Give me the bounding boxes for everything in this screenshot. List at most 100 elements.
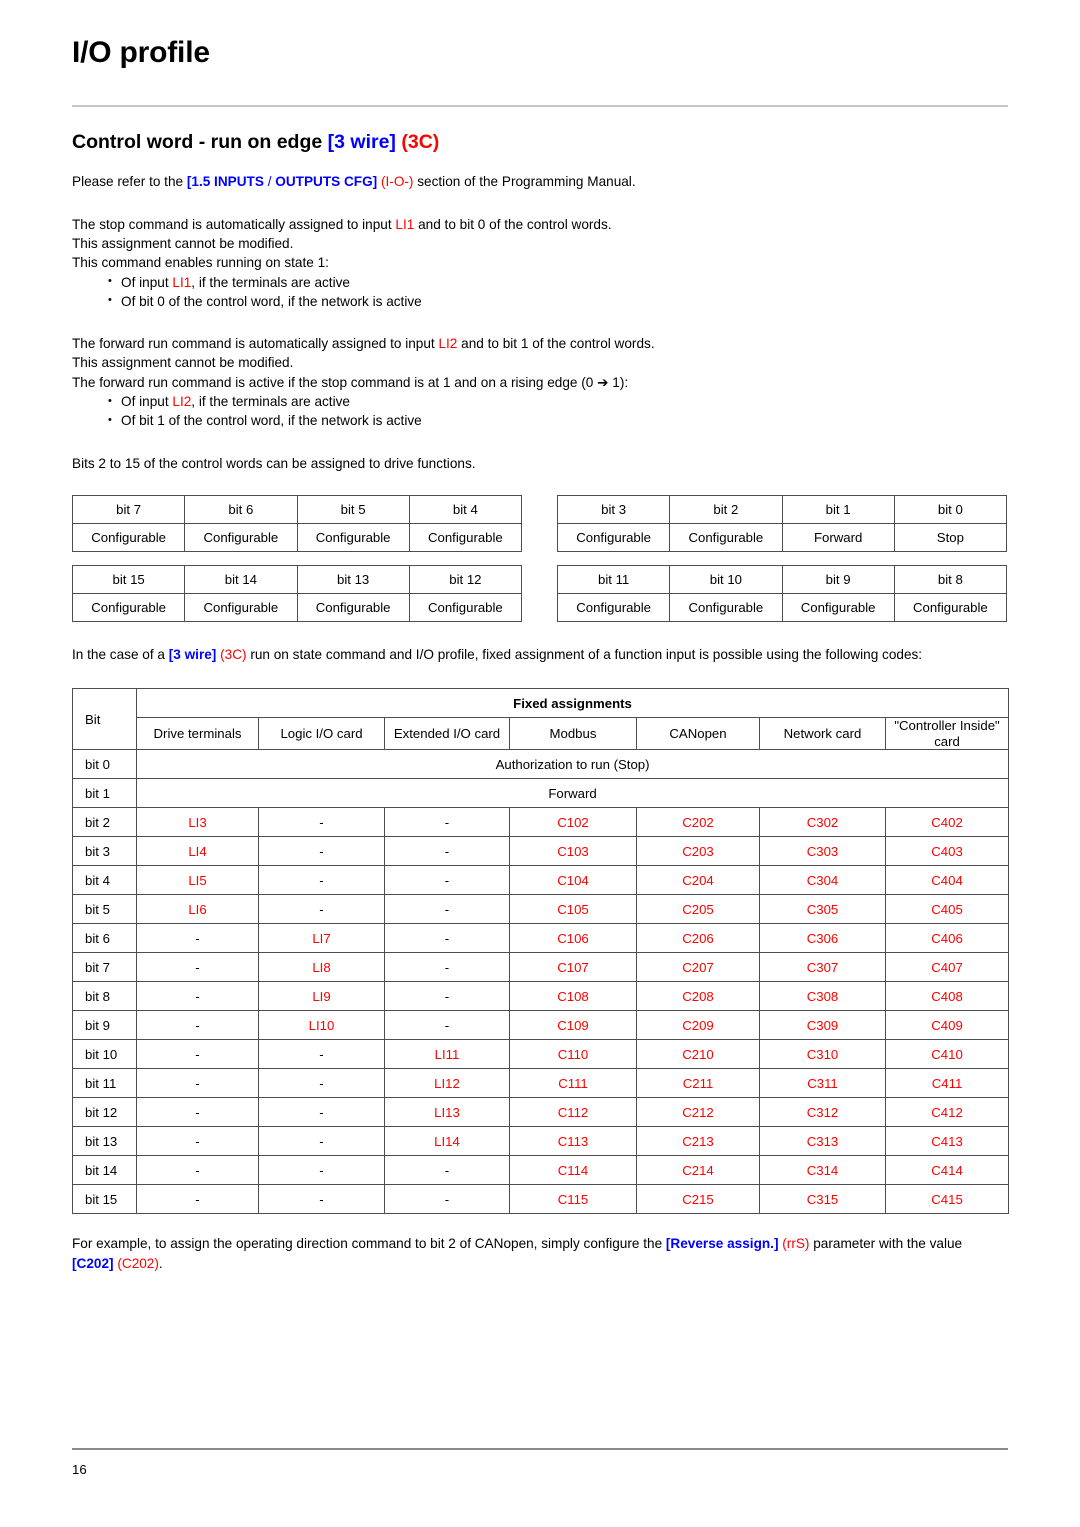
forward-command-line3: The forward run command is active if the…: [72, 374, 629, 390]
bit-table-7-4: bit 7 bit 6 bit 5 bit 4 Configurable Con…: [71, 494, 523, 552]
table-header-row: Bit Fixed assignments: [72, 688, 1010, 751]
assignment-cell: LI4: [136, 836, 259, 867]
bit-header-cell: bit 14: [184, 564, 298, 594]
bit-tables-bottom-row: bit 15 bit 14 bit 13 bit 12 Configurable…: [71, 564, 1008, 622]
assignment-cell: LI6: [136, 894, 259, 925]
bit-header-cell: bit 4: [408, 494, 523, 524]
assignment-cell: C212: [636, 1097, 760, 1128]
bit-tables-top-row: bit 7 bit 6 bit 5 bit 4 Configurable Con…: [71, 494, 1008, 552]
stop-line1-a: The stop command is automatically assign…: [72, 216, 396, 232]
assignment-cell: -: [136, 1184, 259, 1215]
table-row: bit 5 LI6- - C105 C205 C305 C405: [72, 894, 1010, 925]
bit-header-cell: bit 7: [71, 494, 186, 524]
bit-label-cell: bit 2: [72, 807, 137, 838]
table-row: bit 10- - LI11 C110 C210 C310 C410: [72, 1039, 1010, 1070]
assignment-cell: C209: [636, 1010, 760, 1041]
bit-label-cell: bit 0: [72, 749, 137, 780]
assignment-cell: C403: [884, 836, 1010, 867]
assignment-cell: C409: [884, 1010, 1010, 1041]
assignment-cell: C114: [509, 1155, 637, 1186]
table-row: Configurable Configurable Configurable C…: [556, 592, 1008, 622]
refer-menu-outputs: OUTPUTS CFG]: [275, 174, 378, 190]
column-header-controller-inside-card: "Controller Inside" card: [884, 717, 1010, 751]
fixed-assignments-table: Bit Fixed assignments Drive terminals Lo…: [72, 688, 1010, 1215]
table-row: bit 3 bit 2 bit 1 bit 0: [556, 494, 1008, 524]
stop-bullet1-a: Of input: [121, 274, 173, 290]
forward-command-bullets: Of input LI2, if the terminals are activ…: [72, 392, 1008, 431]
assignment-cell: -: [384, 1010, 510, 1041]
assignment-cell: C406: [884, 923, 1010, 954]
assignment-span-cell: Forward: [135, 778, 1010, 809]
table-row: Configurable Configurable Configurable C…: [71, 592, 523, 622]
table-row: bit 9- LI10- C109 C209 C309 C409: [72, 1010, 1010, 1041]
stop-command-line2: This assignment cannot be modified.: [72, 235, 294, 251]
forward-line1-input: LI2: [438, 336, 458, 352]
bit-label-cell: bit 8: [72, 981, 137, 1012]
bit-table-11-8: bit 11 bit 10 bit 9 bit 8 Configurable C…: [556, 564, 1008, 622]
bit-label-cell: bit 9: [72, 1010, 137, 1041]
assignment-cell: -: [258, 1097, 385, 1128]
bit-label-cell: bit 11: [72, 1068, 137, 1099]
assignment-cell: C302: [759, 807, 886, 838]
assignment-cell: LI10: [258, 1010, 385, 1041]
assignment-cell: -: [384, 923, 510, 954]
assignment-cell: LI14: [384, 1126, 510, 1157]
column-header-modbus: Modbus: [509, 717, 637, 751]
table-row: bit 0 Authorization to run (Stop): [72, 749, 1010, 780]
column-header-network-card: Network card: [759, 717, 886, 751]
bit-header-cell: bit 3: [556, 494, 671, 524]
table-row: Configurable Configurable Forward Stop: [556, 522, 1008, 552]
refer-prefix: Please refer to the: [72, 174, 187, 190]
assignment-cell: C415: [884, 1184, 1010, 1215]
assignment-cell: C207: [636, 952, 760, 983]
example-suffix: .: [158, 1255, 163, 1271]
table-row: bit 8- LI9- C108 C208 C308 C408: [72, 981, 1010, 1012]
assignment-cell: C310: [759, 1039, 886, 1070]
bit-label-cell: bit 3: [72, 836, 137, 867]
section-title-3c-code: (3C): [401, 131, 440, 153]
bit-value-cell: Configurable: [893, 592, 1008, 622]
example-middle: parameter with the value: [809, 1236, 963, 1252]
assignment-cell: C411: [884, 1068, 1010, 1099]
stop-command-line3: This command enables running on state 1:: [72, 255, 329, 271]
assignment-cell: -: [258, 836, 385, 867]
bit-header-cell: bit 9: [781, 564, 895, 594]
table-row: bit 7- LI8- C107 C207 C307 C407: [72, 952, 1010, 983]
assignment-cell: -: [136, 1097, 259, 1128]
assignment-cell: LI7: [258, 923, 385, 954]
bit-header-cell: bit 1: [781, 494, 895, 524]
assignment-cell: C305: [759, 894, 886, 925]
bit-label-cell: bit 10: [72, 1039, 137, 1070]
assignment-cell: C210: [636, 1039, 760, 1070]
assignment-cell: C408: [884, 981, 1010, 1012]
bit-label-cell: bit 6: [72, 923, 137, 954]
assignment-cell: C215: [636, 1184, 760, 1215]
stop-command-line1: The stop command is automatically assign…: [72, 215, 1008, 234]
assignment-cell: C103: [509, 836, 637, 867]
refer-menu-code: (I-O-): [381, 174, 414, 190]
assignment-cell: C315: [759, 1184, 886, 1215]
table-row: bit 11- - LI12 C111 C211 C311 C411: [72, 1068, 1010, 1099]
assignment-cell: C404: [884, 865, 1010, 896]
forward-bullet1-input: LI2: [172, 394, 192, 410]
assignment-cell: LI5: [136, 865, 259, 896]
assignment-cell: C402: [884, 807, 1010, 838]
case-note-3wire-tag: [3 wire]: [168, 646, 217, 662]
assignment-cell: C208: [636, 981, 760, 1012]
bit-label-cell: bit 14: [72, 1155, 137, 1186]
bit-header-cell: bit 10: [669, 564, 783, 594]
stop-command-bullets: Of input LI1, if the terminals are activ…: [72, 272, 1008, 312]
list-item: Of bit 1 of the control word, if the net…: [108, 411, 1008, 431]
assignment-cell: -: [258, 1184, 385, 1215]
stop-bullet1-b: , if the terminals are active: [191, 274, 350, 290]
bit-column-header: Bit: [72, 688, 137, 751]
assignment-cell: C204: [636, 865, 760, 896]
bit-label-cell: bit 4: [72, 865, 137, 896]
table-row: bit 13- - LI14 C113 C213 C313 C413: [72, 1126, 1010, 1157]
assignment-cell: C202: [636, 807, 760, 838]
refer-paragraph: Please refer to the [1.5 INPUTS / OUTPUT…: [72, 172, 1008, 191]
forward-bullet1-b: , if the terminals are active: [191, 394, 350, 410]
bit-header-cell: bit 13: [296, 564, 410, 594]
assignment-cell: -: [384, 807, 510, 838]
table-row: bit 12- - LI13 C112 C212 C312 C412: [72, 1097, 1010, 1128]
